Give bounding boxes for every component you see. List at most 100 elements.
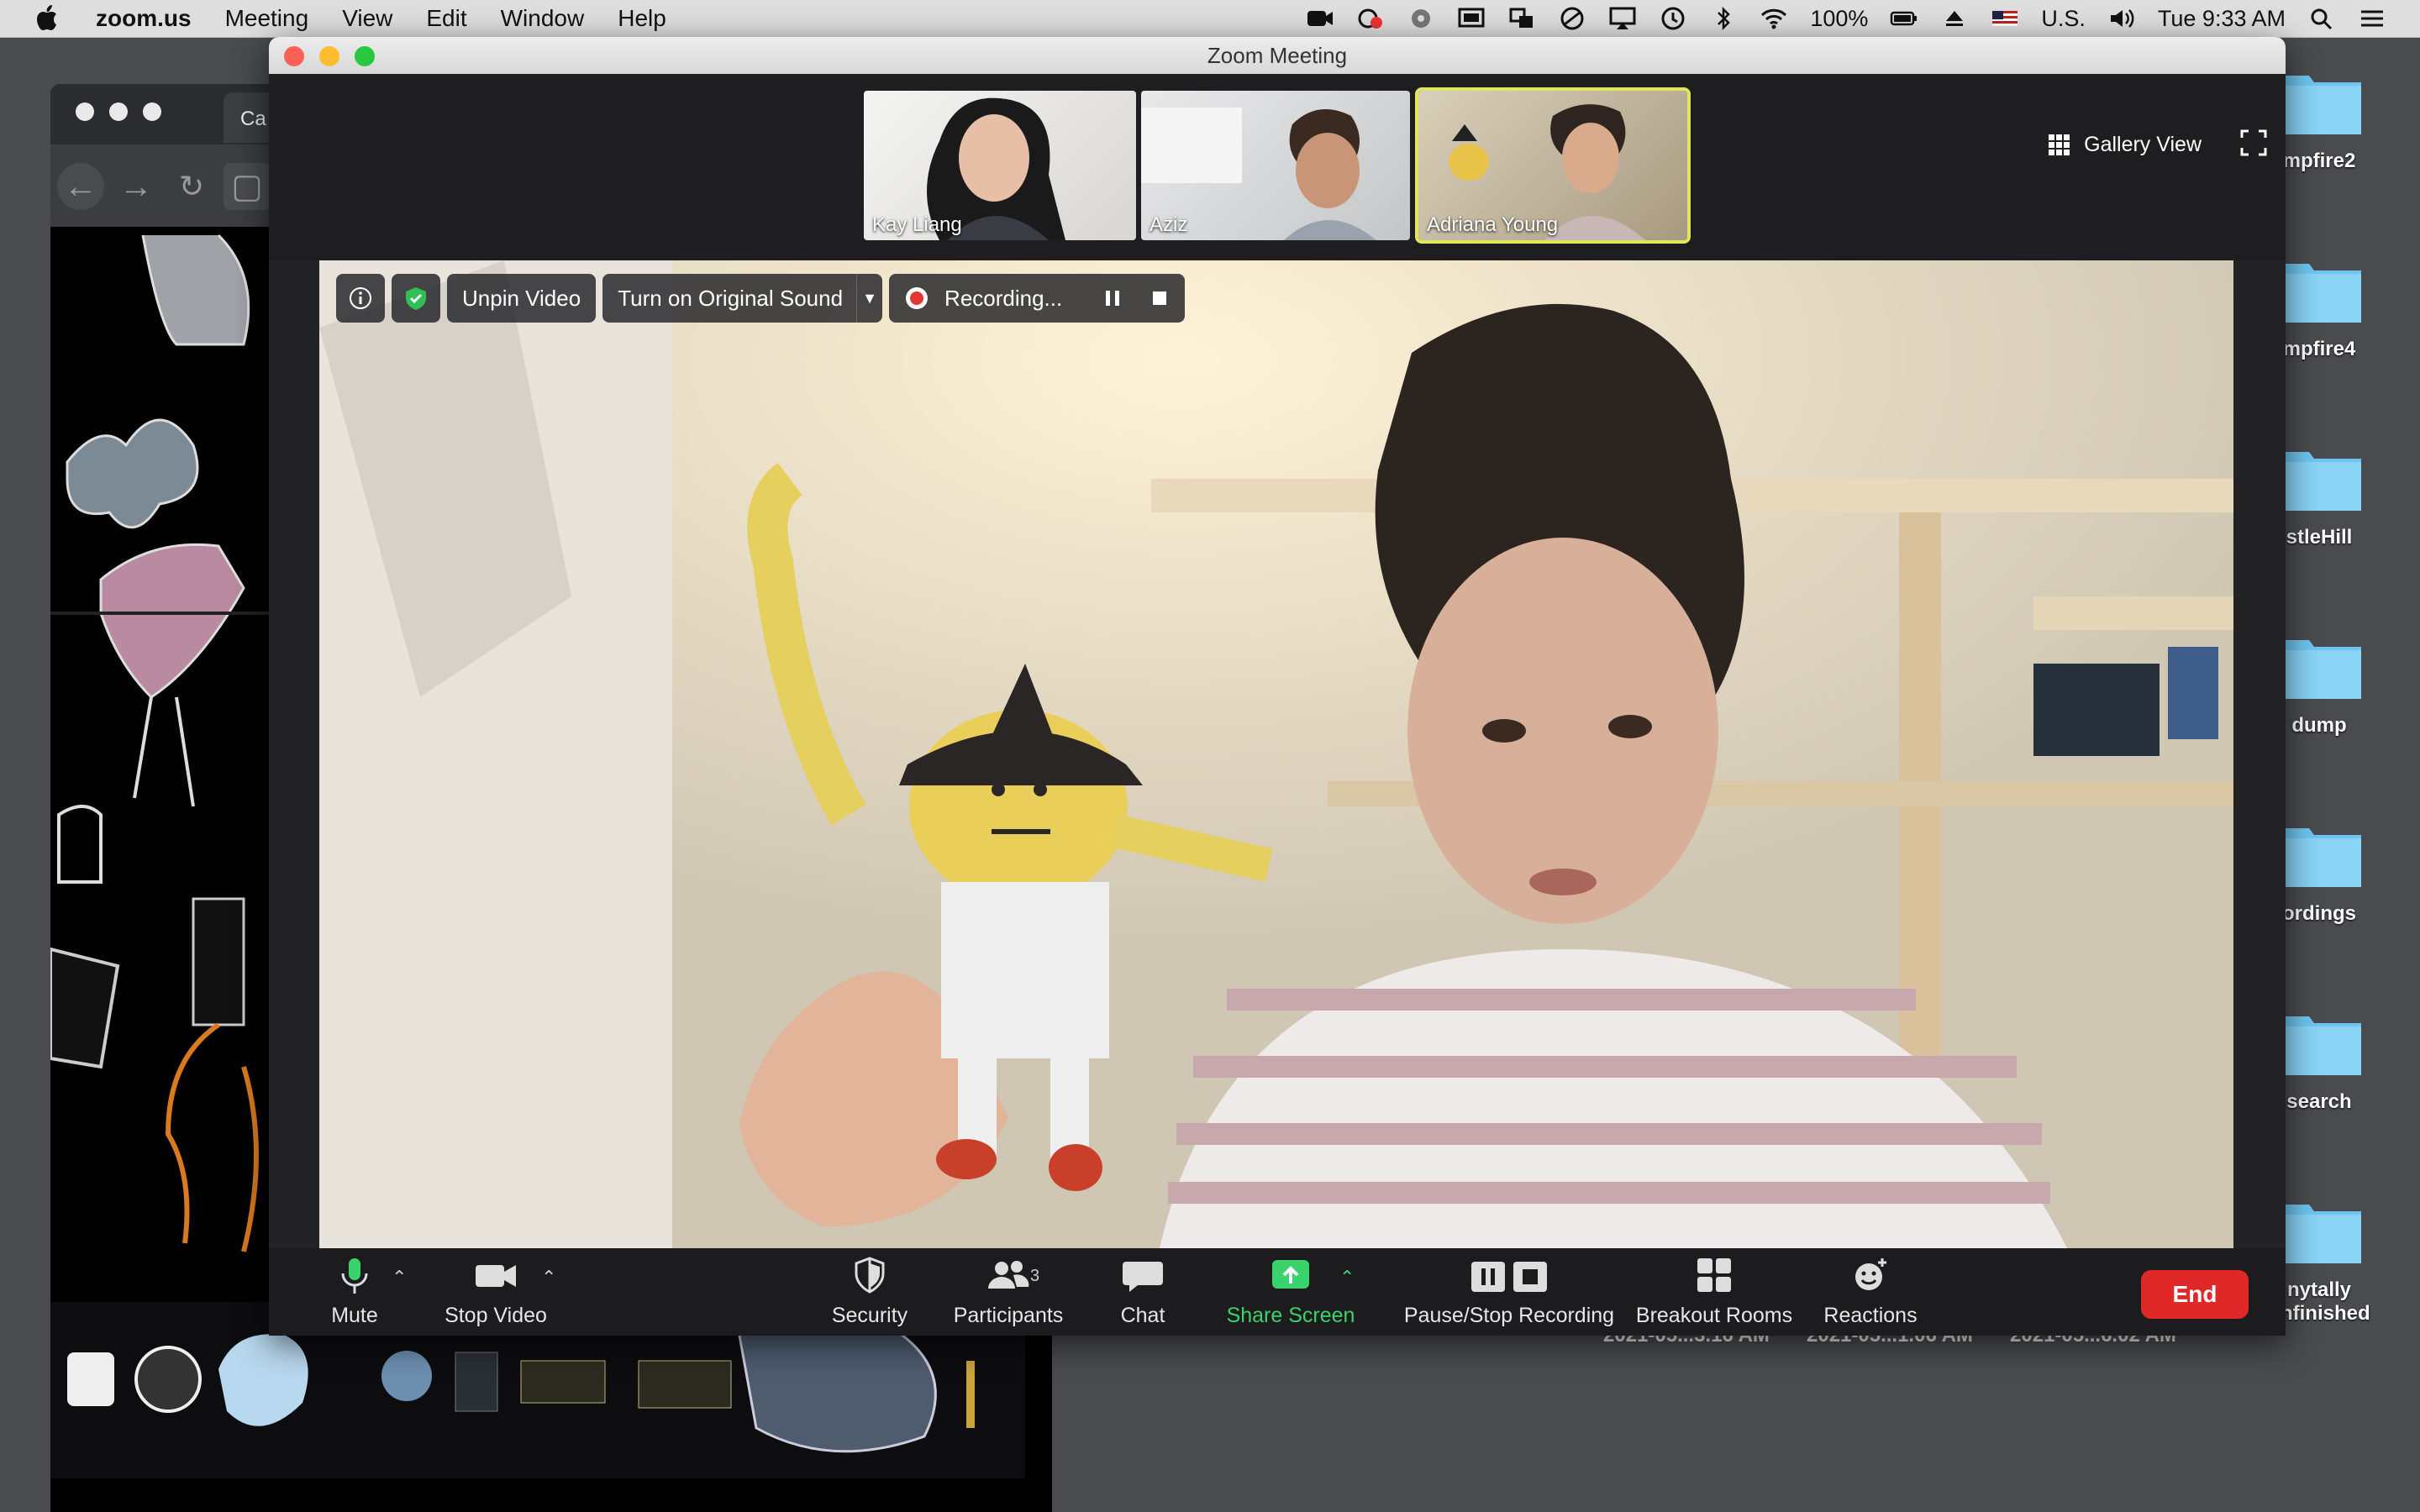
minimize-dot[interactable] — [109, 102, 128, 121]
recording-status-pill: Recording... — [889, 274, 1186, 323]
mac-menu-bar: zoom.us Meeting View Edit Window Help 10… — [0, 0, 2420, 38]
chat-bubble-icon — [1118, 1255, 1168, 1297]
folder-icon — [2277, 1008, 2361, 1075]
folder-icon — [2277, 820, 2361, 887]
page-icon[interactable]: ▢ — [224, 163, 271, 210]
record-dot-icon — [906, 287, 929, 309]
pause-icon[interactable] — [1102, 288, 1123, 308]
zoom-dot[interactable] — [143, 102, 161, 121]
minimize-button[interactable] — [319, 46, 339, 66]
time-machine-icon[interactable] — [1659, 6, 1687, 31]
mute-label: Mute — [331, 1304, 378, 1327]
gallery-view-button[interactable]: Gallery View — [2049, 133, 2202, 157]
share-options-caret-icon[interactable]: ⌃ — [1339, 1267, 1355, 1289]
zoom-status-icon[interactable] — [1306, 6, 1334, 31]
share-screen-icon — [1265, 1255, 1316, 1297]
battery-icon[interactable] — [1890, 6, 1918, 31]
share-screen-label: Share Screen — [1226, 1304, 1355, 1327]
input-source-label[interactable]: U.S. — [2041, 6, 2086, 32]
participant-name: Adriana Young — [1427, 213, 1559, 236]
info-icon — [350, 287, 371, 309]
participants-button[interactable]: Participants — [941, 1255, 1076, 1328]
creative-cloud-icon[interactable] — [1356, 6, 1385, 31]
participant-thumbnail-active[interactable]: Adriana Young — [1415, 87, 1691, 244]
mute-options-caret-icon[interactable]: ⌃ — [392, 1267, 407, 1289]
shield-icon — [844, 1255, 895, 1297]
folder-icon — [2277, 255, 2361, 323]
participant-thumbnail[interactable]: Kay Liang — [864, 91, 1136, 240]
chat-label: Chat — [1120, 1304, 1165, 1327]
mute-button[interactable]: Mute — [313, 1255, 397, 1328]
microphone-icon — [329, 1255, 380, 1297]
participant-strip: Kay Liang Aziz Adriana Young Gallery Vie… — [269, 74, 2286, 260]
video-camera-icon — [471, 1255, 521, 1297]
folder-icon — [2277, 67, 2361, 134]
participant-name: Kay Liang — [872, 213, 962, 236]
volume-icon[interactable] — [2107, 6, 2136, 31]
focus-icon[interactable] — [1558, 6, 1586, 31]
participants-label: Participants — [953, 1304, 1064, 1327]
reactions-label: Reactions — [1823, 1304, 1918, 1327]
bluetooth-icon[interactable] — [1709, 6, 1738, 31]
recording-controls-label: Pause/Stop Recording — [1403, 1304, 1615, 1327]
main-speaker-video[interactable] — [319, 260, 2233, 1248]
pause-stop-recording-button[interactable]: Pause/Stop Recording — [1383, 1255, 1635, 1328]
chevron-down-icon[interactable]: ▼ — [856, 274, 882, 323]
recording-label: Recording... — [944, 285, 1063, 311]
apple-menu-icon[interactable] — [34, 4, 59, 33]
breakout-rooms-label: Breakout Rooms — [1635, 1304, 1793, 1327]
menu-view[interactable]: View — [342, 5, 392, 32]
original-sound-button[interactable]: Turn on Original Sound ▼ — [602, 274, 883, 323]
back-arrow-icon[interactable]: ← — [57, 163, 104, 210]
browser-window-controls — [76, 102, 161, 121]
zoom-window-controls — [284, 46, 375, 66]
windows-icon[interactable] — [1507, 6, 1536, 31]
reload-icon[interactable]: ↻ — [168, 163, 215, 210]
menu-bar-clock[interactable]: Tue 9:33 AM — [2158, 6, 2286, 32]
end-meeting-button[interactable]: End — [2141, 1270, 2249, 1319]
zoom-meeting-window[interactable]: Zoom Meeting Kay Liang Aziz Adriana Youn… — [269, 37, 2286, 1336]
maximize-button[interactable] — [355, 46, 375, 66]
zoom-window-title: Zoom Meeting — [1207, 42, 1348, 68]
menu-window[interactable]: Window — [501, 5, 585, 32]
participants-count: 3 — [1030, 1267, 1040, 1285]
airplay-icon[interactable] — [1608, 6, 1637, 31]
control-center-icon[interactable] — [2358, 6, 2386, 31]
wifi-icon[interactable] — [1760, 6, 1788, 31]
screen-mirroring-icon[interactable] — [1457, 6, 1486, 31]
video-overlay-controls: Unpin Video Turn on Original Sound ▼ Rec… — [336, 272, 1186, 324]
unpin-video-button[interactable]: Unpin Video — [447, 274, 597, 323]
menu-edit[interactable]: Edit — [426, 5, 466, 32]
fullscreen-icon[interactable] — [2238, 128, 2269, 158]
recording-controls-icon — [1463, 1255, 1555, 1297]
security-button[interactable]: Security — [815, 1255, 924, 1328]
shield-check-icon — [406, 287, 426, 310]
forward-arrow-icon[interactable]: → — [113, 163, 160, 210]
close-dot[interactable] — [76, 102, 94, 121]
video-options-caret-icon[interactable]: ⌃ — [541, 1267, 556, 1289]
smiley-plus-icon — [1845, 1255, 1896, 1297]
zoom-title-bar: Zoom Meeting — [269, 37, 2286, 74]
menu-help[interactable]: Help — [618, 5, 666, 32]
reactions-button[interactable]: Reactions — [1812, 1255, 1929, 1328]
share-screen-button[interactable]: Share Screen — [1223, 1255, 1358, 1328]
speaker-video-frame — [319, 260, 2233, 1248]
close-button[interactable] — [284, 46, 304, 66]
folder-icon — [2277, 444, 2361, 511]
folder-icon — [2277, 1196, 2361, 1263]
chat-button[interactable]: Chat — [1101, 1255, 1185, 1328]
original-sound-label: Turn on Original Sound — [618, 285, 844, 311]
meeting-info-button[interactable] — [336, 274, 385, 323]
stop-icon[interactable] — [1150, 288, 1170, 308]
menu-meeting[interactable]: Meeting — [225, 5, 309, 32]
eject-icon[interactable] — [1940, 6, 1969, 31]
menu-bar-status-area: 100% U.S. Tue 9:33 AM — [1306, 0, 2386, 37]
spotlight-search-icon[interactable] — [2307, 6, 2336, 31]
encryption-button[interactable] — [392, 274, 440, 323]
breakout-rooms-button[interactable]: Breakout Rooms — [1622, 1255, 1807, 1328]
extension-icon[interactable] — [1407, 6, 1435, 31]
breakout-rooms-icon — [1689, 1255, 1739, 1297]
stop-video-button[interactable]: Stop Video — [437, 1255, 555, 1328]
app-menu-zoom[interactable]: zoom.us — [96, 5, 192, 32]
participant-thumbnail[interactable]: Aziz — [1141, 91, 1410, 240]
